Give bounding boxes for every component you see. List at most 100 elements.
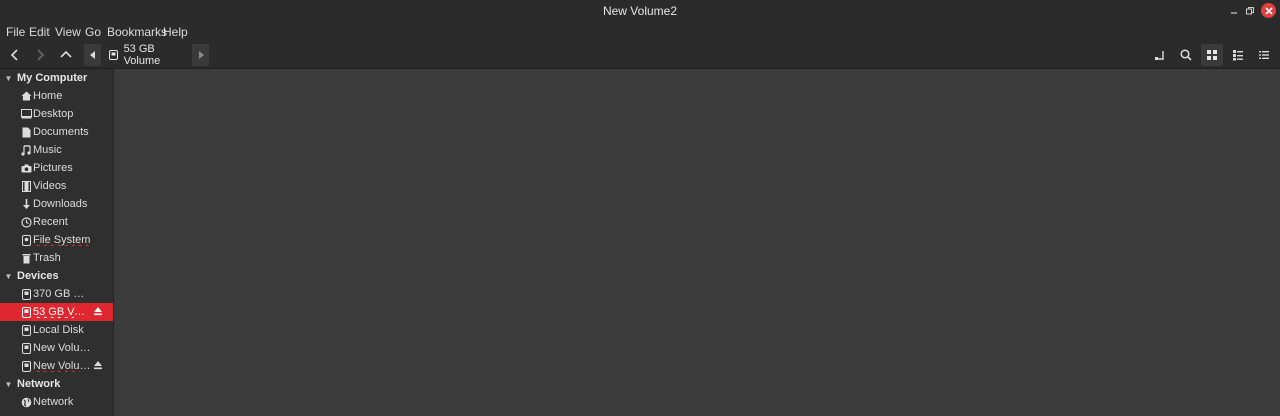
collapse-icon: ▼ [4, 271, 13, 281]
desktop-icon [19, 109, 33, 119]
menu-bar: File Edit View Go Bookmarks Help [0, 22, 1280, 40]
collapse-icon: ▼ [4, 73, 13, 83]
drive-icon [109, 50, 118, 60]
menu-file[interactable]: File [6, 25, 25, 39]
up-button[interactable] [55, 44, 77, 66]
search-button[interactable] [1175, 44, 1197, 66]
sidebar-item-label: Desktop [33, 108, 74, 120]
section-title: My Computer [17, 72, 88, 84]
sidebar-item-label: Videos [33, 180, 67, 192]
list-view-button[interactable] [1227, 44, 1249, 66]
sidebar: ▼ My Computer Home Desktop Documents Mus… [0, 69, 113, 416]
sidebar-item-desktop[interactable]: Desktop [0, 105, 113, 123]
breadcrumb-location[interactable]: 53 GB Volume [103, 43, 191, 67]
restore-icon [1246, 7, 1254, 15]
up-icon [60, 50, 72, 58]
minimize-button[interactable] [1226, 3, 1242, 19]
compact-view-icon [1259, 51, 1269, 59]
window-title: New Volume2 [602, 4, 678, 18]
terminal-button[interactable] [1149, 44, 1171, 66]
back-icon [10, 49, 18, 61]
drive-icon [19, 234, 33, 246]
eject-icon[interactable] [93, 360, 103, 372]
triangle-right-icon [198, 51, 204, 59]
document-icon [19, 127, 33, 138]
search-icon [1180, 49, 1192, 61]
sidebar-item-home[interactable]: Home [0, 87, 113, 105]
clock-icon [19, 216, 33, 228]
sidebar-item-trash[interactable]: Trash [0, 249, 113, 267]
back-button[interactable] [4, 44, 26, 66]
breadcrumb-label: 53 GB Volume [123, 43, 161, 67]
sidebar-item-label: Downloads [33, 198, 88, 210]
file-view-area[interactable] [113, 69, 1280, 416]
drive-icon [19, 306, 33, 318]
close-button[interactable] [1261, 3, 1276, 18]
toolbar: 53 GB Volume [0, 40, 1280, 69]
menu-edit[interactable]: Edit [29, 25, 50, 39]
sidebar-item-label: New Volume [33, 342, 91, 354]
sidebar-item-label: 53 GB Volu... [33, 306, 91, 318]
sidebar-item-new-volume[interactable]: New Volume [0, 339, 113, 357]
section-network[interactable]: ▼ Network [0, 375, 113, 393]
menu-go[interactable]: Go [85, 25, 101, 39]
menu-bookmarks[interactable]: Bookmarks [107, 25, 167, 39]
camera-icon [19, 164, 33, 173]
section-devices[interactable]: ▼ Devices [0, 267, 113, 285]
collapse-icon: ▼ [4, 379, 13, 389]
trash-icon [19, 253, 33, 264]
sidebar-item-370gb-volume[interactable]: 370 GB Vol... [0, 285, 113, 303]
icon-view-button[interactable] [1201, 44, 1223, 66]
drive-icon [19, 342, 33, 354]
sidebar-item-network[interactable]: Network [0, 393, 113, 411]
sidebar-item-pictures[interactable]: Pictures [0, 159, 113, 177]
compact-view-button[interactable] [1253, 44, 1275, 66]
sidebar-item-label: New Volume [33, 360, 91, 372]
minimize-icon [1231, 12, 1237, 14]
sidebar-item-local-disk[interactable]: Local Disk [0, 321, 113, 339]
sidebar-item-file-system[interactable]: File System [0, 231, 113, 249]
menu-view[interactable]: View [55, 25, 81, 39]
download-icon [19, 198, 33, 210]
terminal-icon [1155, 51, 1164, 60]
breadcrumb-left-button[interactable] [84, 44, 101, 66]
sidebar-item-label: 370 GB Vol... [33, 288, 91, 300]
sidebar-item-new-volume-2[interactable]: New Volume [0, 357, 113, 375]
title-bar: New Volume2 [0, 0, 1280, 22]
close-icon [1264, 6, 1273, 15]
globe-icon [19, 397, 33, 408]
forward-button[interactable] [29, 44, 51, 66]
section-my-computer[interactable]: ▼ My Computer [0, 69, 113, 87]
sidebar-item-label: Local Disk [33, 324, 84, 336]
sidebar-item-label: Recent [33, 216, 68, 228]
drive-icon [19, 324, 33, 336]
sidebar-item-label: Pictures [33, 162, 73, 174]
maximize-button[interactable] [1242, 3, 1258, 19]
triangle-left-icon [89, 51, 95, 59]
forward-icon [37, 49, 45, 61]
breadcrumb-right-button[interactable] [192, 44, 209, 66]
list-view-icon [1233, 50, 1243, 61]
sidebar-item-53gb-volume[interactable]: 53 GB Volu... [0, 303, 113, 321]
section-title: Network [17, 378, 61, 390]
section-title: Devices [17, 270, 59, 282]
sidebar-item-downloads[interactable]: Downloads [0, 195, 113, 213]
home-icon [19, 91, 33, 101]
grid-view-icon [1207, 50, 1217, 60]
sidebar-item-label: Trash [33, 252, 61, 264]
drive-icon [19, 360, 33, 372]
sidebar-item-documents[interactable]: Documents [0, 123, 113, 141]
sidebar-item-label: Music [33, 144, 62, 156]
sidebar-item-label: File System [33, 234, 91, 246]
sidebar-item-music[interactable]: Music [0, 141, 113, 159]
drive-icon [19, 288, 33, 300]
sidebar-item-label: Documents [33, 126, 89, 138]
film-icon [19, 180, 33, 192]
menu-help[interactable]: Help [163, 25, 188, 39]
music-icon [19, 144, 33, 156]
eject-icon[interactable] [93, 306, 103, 318]
sidebar-item-label: Home [33, 90, 63, 102]
sidebar-item-label: Network [33, 396, 74, 408]
sidebar-item-videos[interactable]: Videos [0, 177, 113, 195]
sidebar-item-recent[interactable]: Recent [0, 213, 113, 231]
